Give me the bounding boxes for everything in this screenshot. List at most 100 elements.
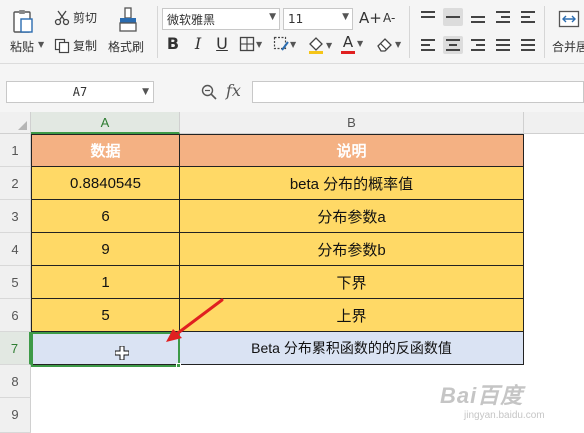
- cell-a3[interactable]: 6: [31, 200, 180, 233]
- chevron-down-icon: ▼: [290, 39, 297, 49]
- underline-button[interactable]: U: [212, 34, 232, 54]
- chevron-down-icon: ▼: [342, 12, 349, 22]
- chevron-down-icon: ▼: [256, 39, 263, 49]
- row-header-9[interactable]: 9: [0, 398, 31, 433]
- align-center-button[interactable]: [443, 36, 463, 54]
- align-center-icon: [446, 39, 460, 51]
- decrease-font-icon: A-: [383, 11, 396, 25]
- decrease-font-button[interactable]: A-: [383, 11, 395, 25]
- cell-cursor-icon: [115, 346, 129, 360]
- decrease-indent-button[interactable]: [493, 8, 513, 26]
- cell-a4[interactable]: 9: [31, 233, 180, 266]
- cell-b3[interactable]: 分布参数a: [180, 200, 524, 233]
- align-top-icon: [421, 11, 435, 23]
- insert-function-button[interactable]: fx: [226, 81, 241, 100]
- row-header-6[interactable]: 6: [0, 299, 31, 332]
- row-header-4[interactable]: 4: [0, 233, 31, 266]
- bold-button[interactable]: B: [163, 34, 183, 54]
- cell-a7[interactable]: [31, 332, 180, 365]
- name-box[interactable]: A7 ▼: [6, 81, 154, 103]
- row-header-7[interactable]: 7: [0, 332, 31, 365]
- row-header-3[interactable]: 3: [0, 200, 31, 233]
- cut-label: 剪切: [73, 11, 98, 25]
- distributed-button[interactable]: [518, 36, 538, 54]
- ribbon-separator: [409, 6, 410, 58]
- cell-a2[interactable]: 0.8840545: [31, 167, 180, 200]
- justify-button[interactable]: [493, 36, 513, 54]
- cell-b2[interactable]: beta 分布的概率值: [180, 167, 524, 200]
- merge-button[interactable]: [558, 8, 580, 30]
- font-size-select[interactable]: 11 ▼: [283, 8, 353, 30]
- align-right-icon: [471, 39, 485, 51]
- chevron-down-icon: ▼: [142, 87, 149, 97]
- cell-b6[interactable]: 上界: [180, 299, 524, 332]
- column-header-b[interactable]: B: [180, 112, 524, 134]
- zoom-function-button[interactable]: [201, 84, 217, 104]
- fill-color-button[interactable]: ▼: [307, 36, 332, 54]
- ribbon-separator: [544, 6, 545, 58]
- merge-cells-icon: [558, 10, 580, 28]
- paste-icon: [13, 10, 33, 33]
- cell-a1[interactable]: 数据: [31, 134, 180, 167]
- magnifier-icon: [201, 84, 217, 100]
- align-left-button[interactable]: [418, 36, 438, 54]
- cell-b1[interactable]: 说明: [180, 134, 524, 167]
- font-color-icon: A: [342, 33, 354, 51]
- align-bottom-icon: [471, 11, 485, 23]
- chevron-down-icon[interactable]: ▼: [357, 39, 363, 48]
- font-color-button[interactable]: A: [341, 35, 355, 54]
- formula-bar: A7 ▼ fx: [0, 64, 584, 112]
- align-top-button[interactable]: [418, 8, 438, 26]
- align-middle-button[interactable]: [443, 8, 463, 26]
- copy-button[interactable]: 复制: [54, 37, 97, 54]
- justify-icon: [496, 39, 510, 51]
- cell-b7[interactable]: Beta 分布累积函数的的反函数值: [180, 332, 524, 365]
- increase-indent-icon: [521, 11, 535, 23]
- align-middle-icon: [446, 11, 460, 23]
- paste-label[interactable]: 粘贴: [10, 38, 34, 55]
- increase-font-icon: A+: [359, 9, 382, 27]
- cell-style-button[interactable]: ▼: [273, 36, 296, 52]
- align-left-icon: [421, 39, 435, 51]
- row-header-2[interactable]: 2: [0, 167, 31, 200]
- distributed-icon: [521, 39, 535, 51]
- paste-dropdown-icon[interactable]: ▼: [38, 40, 44, 49]
- fill-handle[interactable]: [176, 363, 181, 368]
- column-header-c[interactable]: [524, 112, 584, 134]
- italic-button[interactable]: I: [188, 34, 208, 54]
- cell-a5[interactable]: 1: [31, 266, 180, 299]
- column-header-a[interactable]: A: [31, 112, 180, 134]
- select-all-button[interactable]: [0, 112, 31, 134]
- increase-font-button[interactable]: A+: [359, 9, 382, 27]
- paste-button[interactable]: [8, 6, 38, 36]
- row-header-5[interactable]: 5: [0, 266, 31, 299]
- brush-icon: [119, 7, 137, 32]
- font-name-select[interactable]: 微软雅黑 ▼: [162, 8, 280, 30]
- cell-a6[interactable]: 5: [31, 299, 180, 332]
- chevron-down-icon: ▼: [395, 39, 402, 49]
- watermark-url: jingyan.baidu.com: [464, 410, 545, 421]
- format-painter-button[interactable]: [116, 6, 140, 34]
- cut-button[interactable]: 剪切: [54, 9, 97, 26]
- cell-b4[interactable]: 分布参数b: [180, 233, 524, 266]
- format-painter-label[interactable]: 格式刷: [108, 38, 144, 55]
- ribbon-separator: [157, 6, 158, 58]
- align-right-button[interactable]: [468, 36, 488, 54]
- merge-label[interactable]: 合并居: [552, 38, 584, 55]
- align-bottom-button[interactable]: [468, 8, 488, 26]
- chevron-down-icon: ▼: [269, 12, 276, 22]
- watermark-logo: Bai百度: [440, 383, 524, 408]
- clear-format-button[interactable]: ▼: [376, 36, 401, 52]
- cell-b5[interactable]: 下界: [180, 266, 524, 299]
- formula-input[interactable]: [252, 81, 584, 103]
- row-header-1[interactable]: 1: [0, 134, 31, 167]
- annotation-arrow-icon: [166, 298, 224, 342]
- border-button[interactable]: ▼: [239, 36, 262, 52]
- row-header-8[interactable]: 8: [0, 365, 31, 398]
- increase-indent-button[interactable]: [518, 8, 538, 26]
- decrease-indent-icon: [496, 11, 510, 23]
- paint-bucket-icon: [309, 37, 323, 54]
- chevron-down-icon: ▼: [326, 40, 333, 50]
- ribbon-toolbar: 粘贴 ▼ 剪切 复制 格式刷 微软雅黑 ▼ 11 ▼ A+ A- B I U ▼…: [0, 0, 584, 64]
- border-icon: [239, 36, 255, 52]
